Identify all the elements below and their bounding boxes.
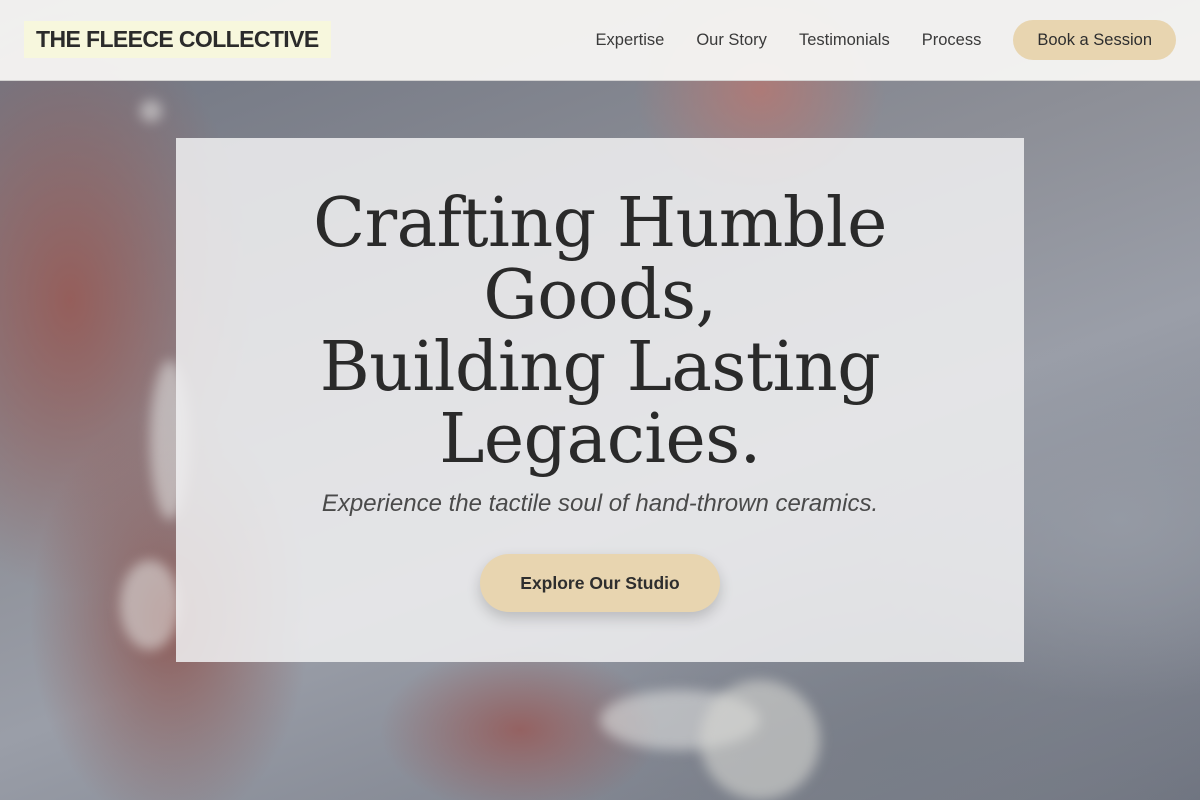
hero-title-line: Crafting Humble <box>313 184 887 263</box>
hero-title-line: Goods, <box>483 256 717 335</box>
hero-subtitle: Experience the tactile soul of hand-thro… <box>321 490 879 517</box>
nav-links: Expertise Our Story Testimonials Process… <box>596 0 1176 80</box>
top-navigation-bar: THE FLEECE COLLECTIVE Expertise Our Stor… <box>0 0 1200 81</box>
hero-title-line: Building Lasting <box>319 328 881 407</box>
hero-card: Crafting Humble Goods, Building Lasting … <box>176 138 1024 662</box>
nav-link-process[interactable]: Process <box>922 31 982 50</box>
nav-link-testimonials[interactable]: Testimonials <box>799 31 890 50</box>
brand-logo[interactable]: THE FLEECE COLLECTIVE <box>24 21 331 58</box>
nav-link-expertise[interactable]: Expertise <box>596 31 665 50</box>
hero-title: Crafting Humble Goods, Building Lasting … <box>176 188 1024 476</box>
book-session-button[interactable]: Book a Session <box>1013 20 1176 60</box>
hero-title-line: Legacies. <box>439 400 761 479</box>
explore-studio-button[interactable]: Explore Our Studio <box>480 554 720 612</box>
nav-link-our-story[interactable]: Our Story <box>696 31 767 50</box>
